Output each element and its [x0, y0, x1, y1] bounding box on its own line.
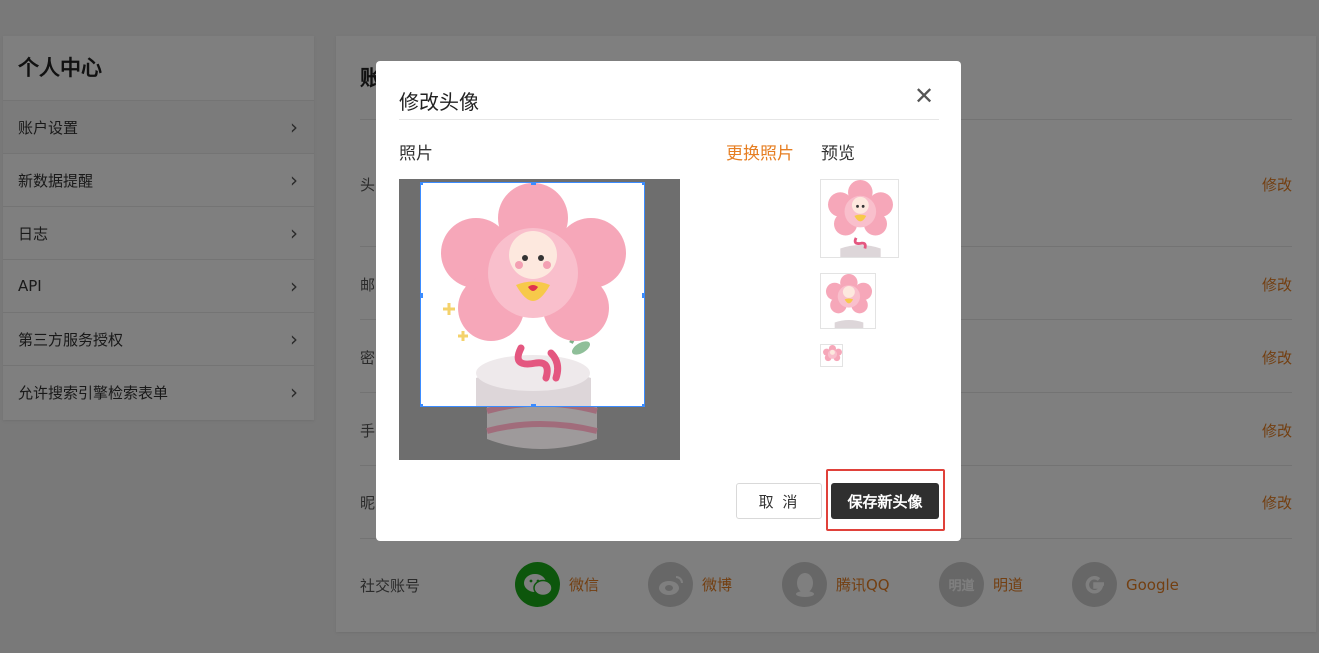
crop-handle[interactable] [421, 183, 423, 185]
preview-medium [820, 273, 876, 329]
avatar-preview-large [828, 180, 893, 257]
avatar-preview-medium [825, 274, 873, 328]
change-photo-link[interactable]: 更换照片 [726, 139, 794, 164]
avatar-preview-small [823, 345, 842, 362]
preview-label: 预览 [821, 144, 855, 164]
preview-large [820, 179, 899, 258]
crop-handle[interactable] [531, 183, 536, 185]
crop-handle[interactable] [421, 293, 423, 298]
dialog-title: 修改头像 [399, 90, 479, 114]
close-icon[interactable]: ✕ [911, 83, 937, 109]
cancel-button[interactable]: 取 消 [736, 483, 822, 519]
divider [399, 119, 939, 120]
crop-selection-box[interactable] [420, 182, 645, 407]
highlight-box [826, 469, 945, 531]
image-crop-area[interactable] [399, 179, 680, 460]
avatar-image [441, 183, 626, 406]
photo-label: 照片 [399, 144, 433, 164]
preview-small [820, 344, 843, 367]
